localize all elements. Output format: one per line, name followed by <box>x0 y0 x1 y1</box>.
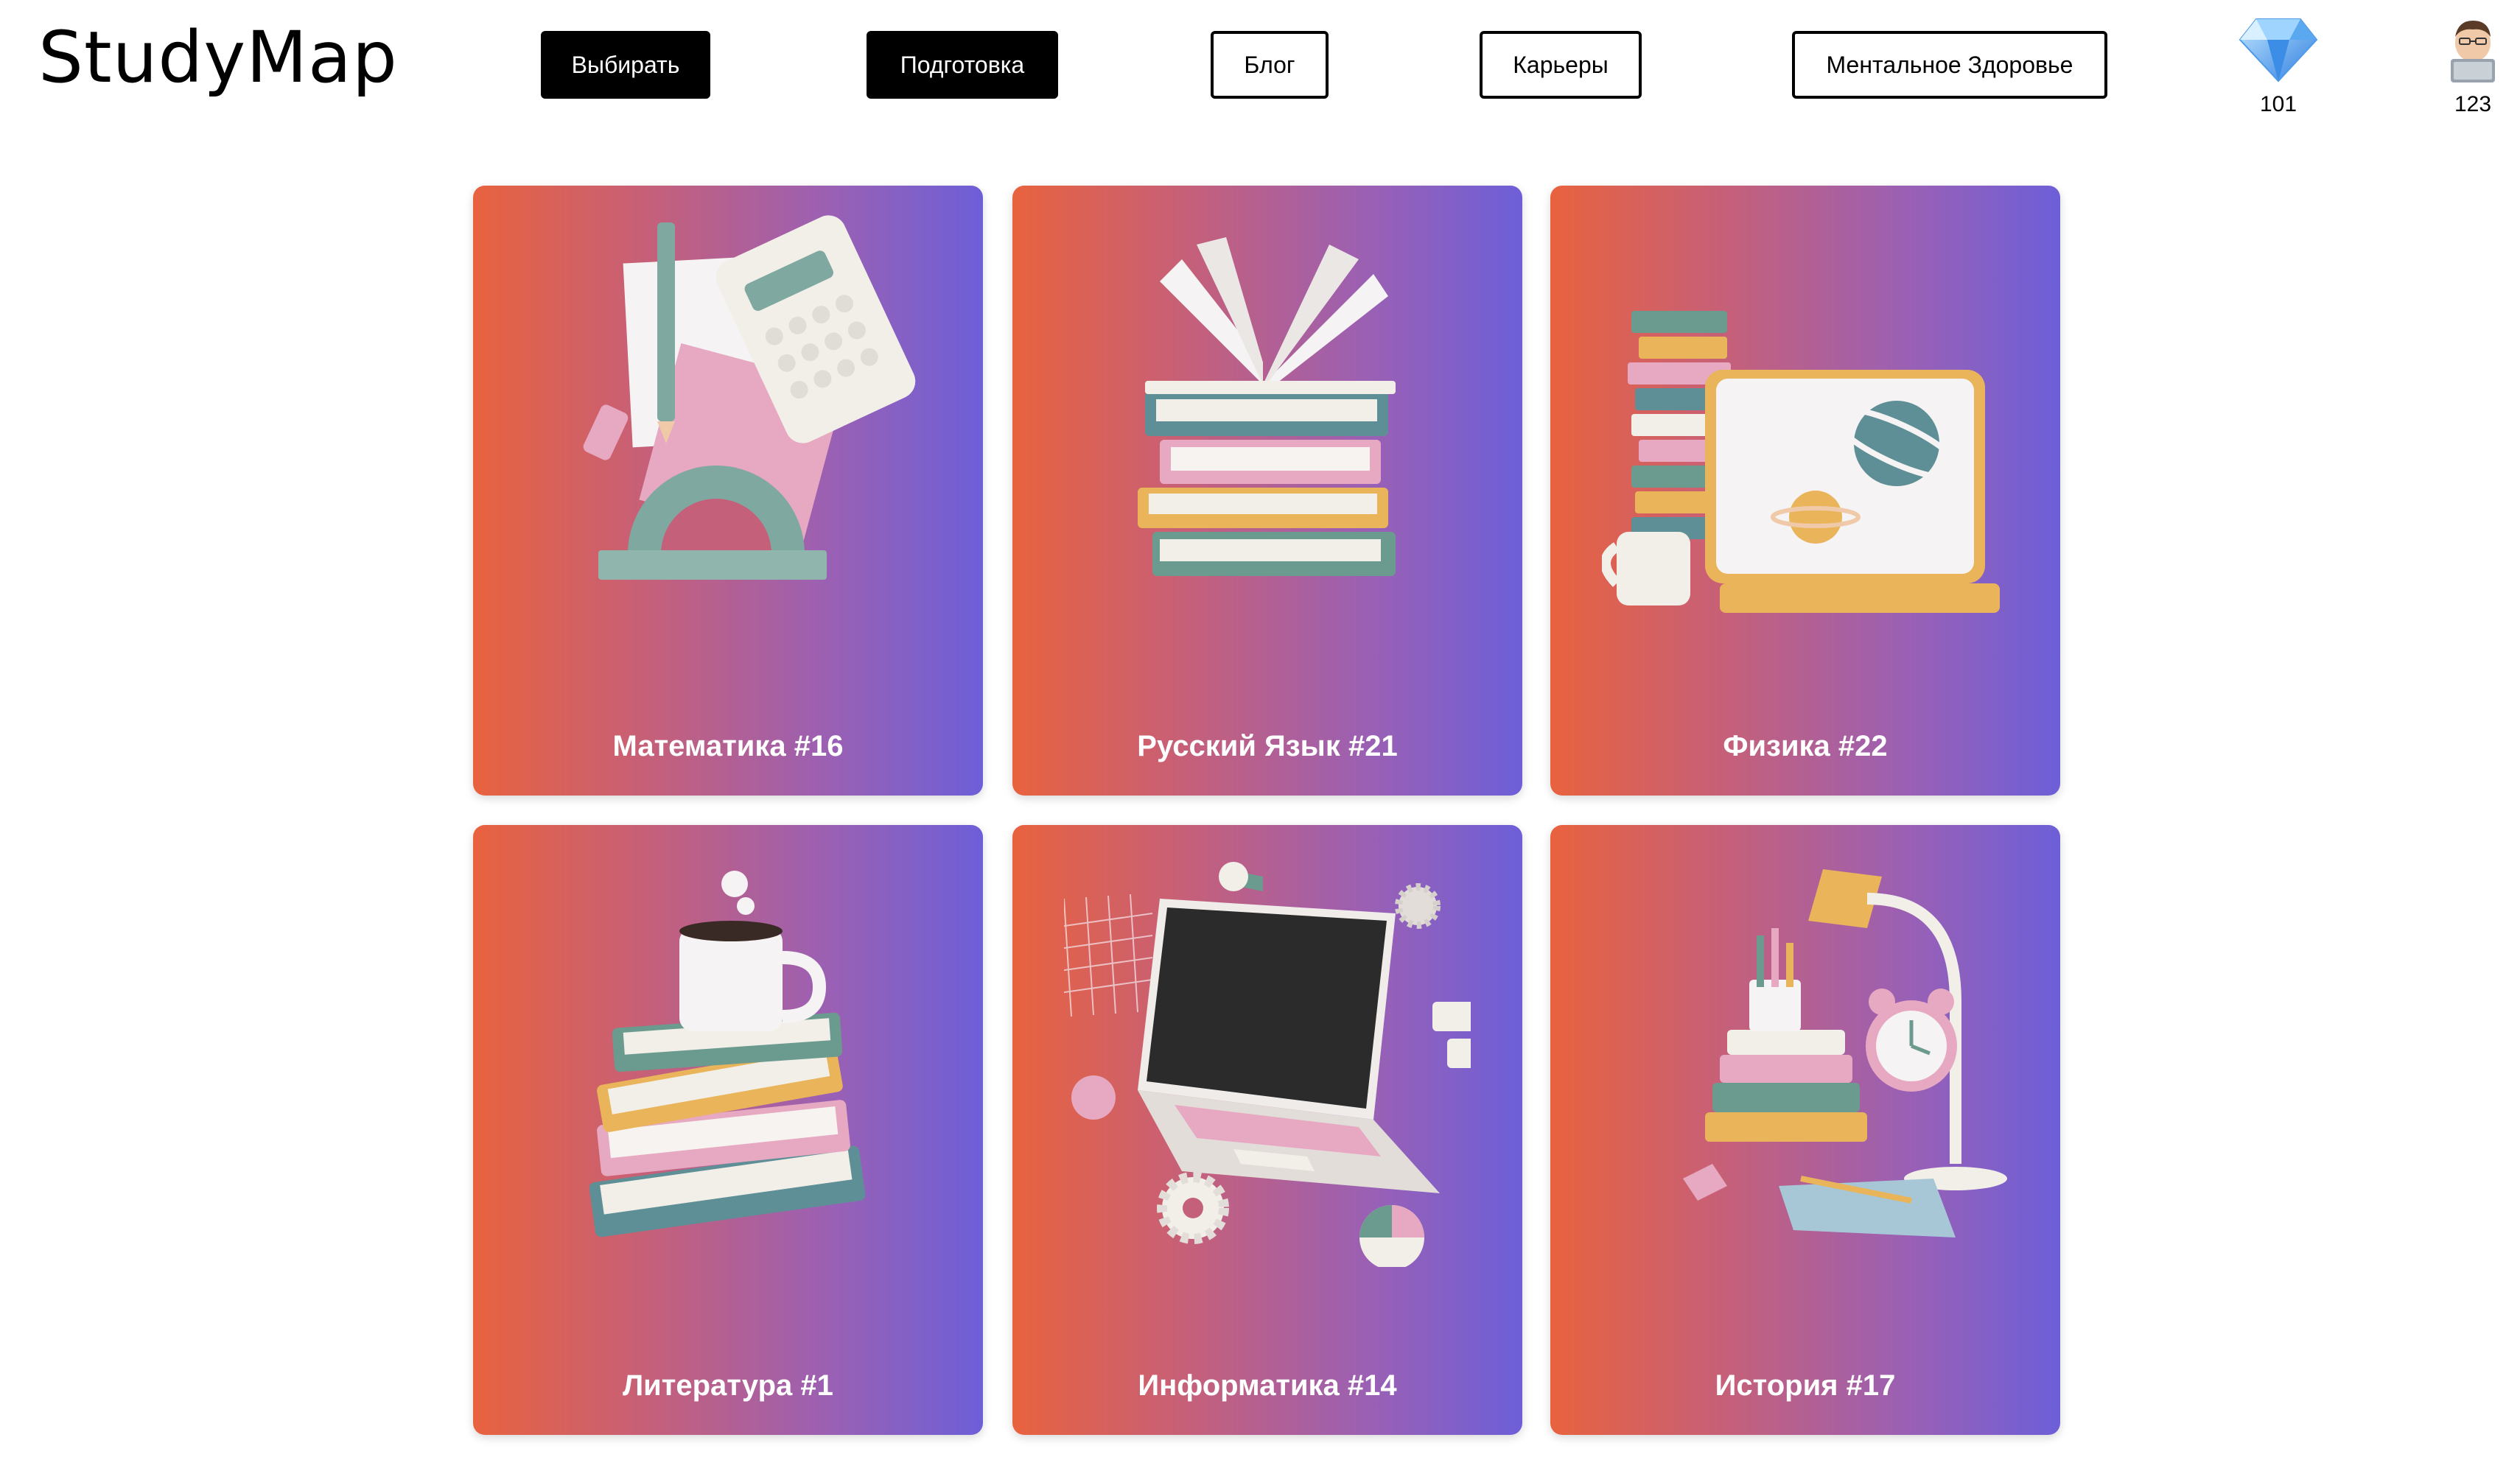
nav-careers-button[interactable]: Карьеры <box>1480 31 1642 99</box>
logo[interactable]: StudyMap <box>38 22 398 93</box>
gems-value: 101 <box>2259 92 2297 116</box>
card-title: Математика #16 <box>612 730 844 762</box>
planets-laptop-illustration <box>1602 311 2000 613</box>
gems-counter[interactable]: 101 <box>2234 15 2323 117</box>
subject-card-russian[interactable]: Русский Язык #21 <box>1012 186 1522 796</box>
card-title: История #17 <box>1715 1369 1896 1402</box>
nav-choose-button[interactable]: Выбирать <box>541 31 710 99</box>
card-title: Физика #22 <box>1723 730 1888 762</box>
subject-card-physics[interactable]: Физика #22 <box>1550 186 2060 796</box>
diamond-icon <box>2239 18 2318 82</box>
user-profile[interactable]: 123 <box>2429 15 2517 117</box>
user-value: 123 <box>2454 92 2492 116</box>
books-mug-illustration <box>589 871 866 1237</box>
nav-preparation-button[interactable]: Подготовка <box>867 31 1058 99</box>
laptop-gears-illustration <box>1064 862 1471 1267</box>
subject-card-math[interactable]: Математика #16 <box>473 186 983 796</box>
desk-lamp-clock-illustration <box>1683 869 2007 1237</box>
card-title: Литература #1 <box>623 1369 833 1402</box>
card-title: Русский Язык #21 <box>1137 730 1398 762</box>
nav-mental-health-button[interactable]: Ментальное Здоровье <box>1792 31 2107 99</box>
card-title: Информатика #14 <box>1138 1369 1397 1402</box>
subject-card-history[interactable]: История #17 <box>1550 825 2060 1435</box>
math-supplies-illustration <box>583 215 916 580</box>
subject-card-literature[interactable]: Литература #1 <box>473 825 983 1435</box>
avatar-icon <box>2451 21 2495 82</box>
nav-blog-button[interactable]: Блог <box>1211 31 1329 99</box>
book-stack-open-illustration <box>1138 237 1396 576</box>
subject-card-informatics[interactable]: Информатика #14 <box>1012 825 1522 1435</box>
